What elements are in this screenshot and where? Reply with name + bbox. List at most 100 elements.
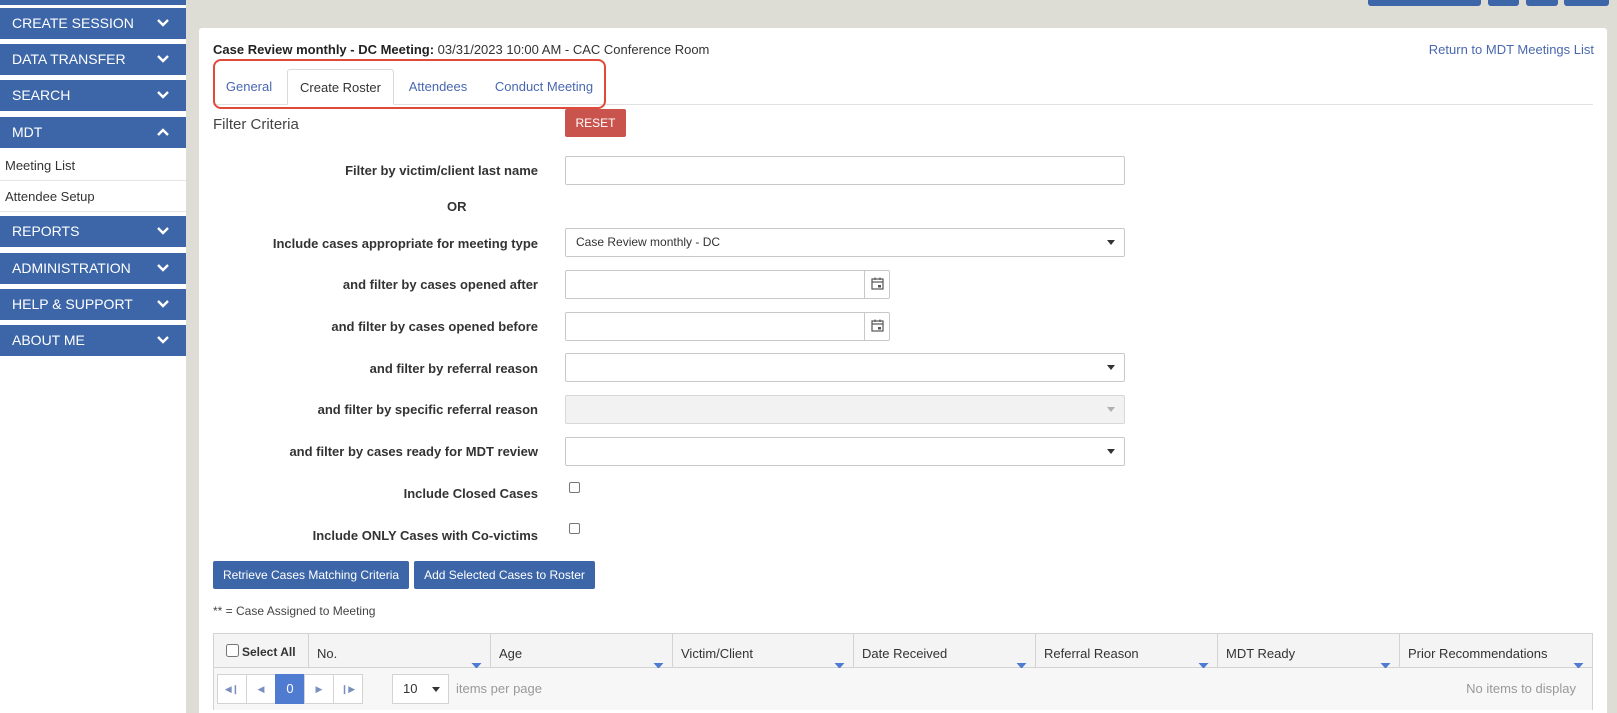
first-page-icon[interactable]: ◀❙ xyxy=(217,674,247,704)
mdt-ready-label: and filter by cases ready for MDT review xyxy=(289,444,538,459)
filter-criteria-heading: Filter Criteria xyxy=(213,116,299,133)
last-name-input[interactable] xyxy=(565,156,1125,185)
opened-before-label: and filter by cases opened before xyxy=(331,319,538,334)
covictims-checkbox[interactable] xyxy=(569,523,580,534)
caret-down-icon xyxy=(1107,365,1115,370)
cases-grid: Select All No. Age Victim/Client Date Re… xyxy=(213,633,1593,710)
sidebar-subitem-attendee-setup[interactable]: Attendee Setup xyxy=(0,181,186,212)
column-label: Date Received xyxy=(862,646,948,661)
sidebar-item-data-transfer[interactable]: DATA TRANSFER xyxy=(0,44,186,75)
column-label: Age xyxy=(499,646,523,661)
retrieve-cases-button[interactable]: Retrieve Cases Matching Criteria xyxy=(213,561,409,589)
next-page-icon[interactable]: ▶ xyxy=(304,674,334,704)
page-size-value: 10 xyxy=(403,681,418,696)
sidebar-item-administration[interactable]: ADMINISTRATION xyxy=(0,253,186,284)
meeting-type-label: Include cases appropriate for meeting ty… xyxy=(272,236,538,251)
column-header-age[interactable]: Age xyxy=(490,634,672,672)
column-label: Victim/Client xyxy=(681,646,754,661)
select-all-box[interactable] xyxy=(226,644,239,657)
column-header-victim-client[interactable]: Victim/Client xyxy=(672,634,853,672)
chevron-down-icon xyxy=(156,216,172,247)
caret-down-icon xyxy=(1107,407,1115,412)
page-size-select[interactable]: 10 xyxy=(392,674,449,704)
specific-referral-select xyxy=(565,395,1125,424)
column-label: Prior Recommendations xyxy=(1408,646,1548,661)
current-page-button[interactable]: 0 xyxy=(275,674,305,704)
sidebar-item-label: ADMINISTRATION xyxy=(12,260,131,276)
opened-after-date-input[interactable] xyxy=(565,270,890,299)
sidebar-item-label: REPORTS xyxy=(12,223,80,239)
sidebar-item-help-support[interactable]: HELP & SUPPORT xyxy=(0,289,186,320)
opened-before-date-input[interactable] xyxy=(565,312,890,341)
column-label: Referral Reason xyxy=(1044,646,1139,661)
top-action-button[interactable] xyxy=(1564,0,1609,6)
sidebar-top-edge xyxy=(0,0,186,5)
sidebar-item-about-me[interactable]: ABOUT ME xyxy=(0,325,186,356)
column-label: No. xyxy=(317,646,338,661)
referral-reason-select[interactable] xyxy=(565,353,1125,382)
top-action-button[interactable] xyxy=(1488,0,1519,6)
closed-cases-label: Include Closed Cases xyxy=(403,486,538,501)
column-label: MDT Ready xyxy=(1226,646,1296,661)
chevron-down-icon xyxy=(156,80,172,111)
reset-button[interactable]: RESET xyxy=(565,109,626,137)
sidebar-item-label: CREATE SESSION xyxy=(12,15,134,31)
meeting-type-label: Case Review monthly - DC Meeting: xyxy=(213,42,435,57)
or-label: OR xyxy=(447,199,467,214)
sidebar-item-label: SEARCH xyxy=(12,87,71,103)
sidebar-item-mdt[interactable]: MDT xyxy=(0,117,186,148)
select-all-checkbox[interactable]: Select All xyxy=(226,644,296,659)
sidebar-item-label: MDT xyxy=(12,124,43,140)
sidebar: CREATE SESSION DATA TRANSFER SEARCH MDT … xyxy=(0,0,186,713)
grid-header: Select All No. Age Victim/Client Date Re… xyxy=(214,634,1592,672)
chevron-down-icon xyxy=(156,325,172,356)
column-header-date-received[interactable]: Date Received xyxy=(853,634,1035,672)
meeting-type-select[interactable]: Case Review monthly - DC xyxy=(565,228,1125,257)
no-items-text: No items to display xyxy=(1466,681,1576,696)
chevron-up-icon xyxy=(156,117,172,148)
top-action-button[interactable] xyxy=(1526,0,1558,6)
caret-down-icon xyxy=(1107,240,1115,245)
meeting-type-value: Case Review monthly - DC xyxy=(576,235,721,249)
last-page-icon[interactable]: ❙▶ xyxy=(333,674,363,704)
caret-down-icon xyxy=(432,687,440,692)
opened-after-label: and filter by cases opened after xyxy=(342,277,538,292)
chevron-down-icon xyxy=(156,44,172,75)
tab-general[interactable]: General xyxy=(218,69,280,105)
chevron-down-icon xyxy=(156,289,172,320)
assigned-legend-note: ** = Case Assigned to Meeting xyxy=(213,604,376,618)
add-selected-cases-button[interactable]: Add Selected Cases to Roster xyxy=(414,561,595,589)
meeting-details: 03/31/2023 10:00 AM - CAC Conference Roo… xyxy=(437,42,710,57)
closed-cases-checkbox[interactable] xyxy=(569,482,580,493)
specific-referral-label: and filter by specific referral reason xyxy=(317,402,538,417)
caret-down-icon xyxy=(1107,449,1115,454)
sidebar-item-label: DATA TRANSFER xyxy=(12,51,126,67)
grid-pager: ◀❙ ◀ 0 ▶ ❙▶ 10 items per page No items t… xyxy=(214,668,1592,710)
chevron-down-icon xyxy=(156,253,172,284)
top-action-button[interactable] xyxy=(1368,0,1481,6)
sidebar-item-create-session[interactable]: CREATE SESSION xyxy=(0,8,186,39)
tab-conduct-meeting[interactable]: Conduct Meeting xyxy=(487,69,601,105)
mdt-ready-select[interactable] xyxy=(565,437,1125,466)
calendar-icon[interactable] xyxy=(864,313,889,340)
column-header-referral-reason[interactable]: Referral Reason xyxy=(1035,634,1217,672)
sidebar-item-label: ABOUT ME xyxy=(12,332,85,348)
calendar-icon[interactable] xyxy=(864,271,889,298)
meeting-title: Case Review monthly - DC Meeting: 03/31/… xyxy=(213,42,709,57)
tab-attendees[interactable]: Attendees xyxy=(401,69,475,105)
last-name-label: Filter by victim/client last name xyxy=(345,163,538,178)
sidebar-subitem-meeting-list[interactable]: Meeting List xyxy=(0,150,186,181)
previous-page-icon[interactable]: ◀ xyxy=(246,674,276,704)
select-all-label: Select All xyxy=(242,645,296,659)
covictims-label: Include ONLY Cases with Co-victims xyxy=(312,528,538,543)
column-header-mdt-ready[interactable]: MDT Ready xyxy=(1217,634,1399,672)
items-per-page-label: items per page xyxy=(456,681,542,696)
column-header-prior-recommendations[interactable]: Prior Recommendations xyxy=(1399,634,1592,672)
sidebar-item-search[interactable]: SEARCH xyxy=(0,80,186,111)
chevron-down-icon xyxy=(156,8,172,39)
tab-create-roster[interactable]: Create Roster xyxy=(287,69,394,105)
column-header-no[interactable]: No. xyxy=(308,634,490,672)
sidebar-item-reports[interactable]: REPORTS xyxy=(0,216,186,247)
return-to-meetings-link[interactable]: Return to MDT Meetings List xyxy=(1429,42,1594,57)
referral-reason-label: and filter by referral reason xyxy=(369,361,538,376)
